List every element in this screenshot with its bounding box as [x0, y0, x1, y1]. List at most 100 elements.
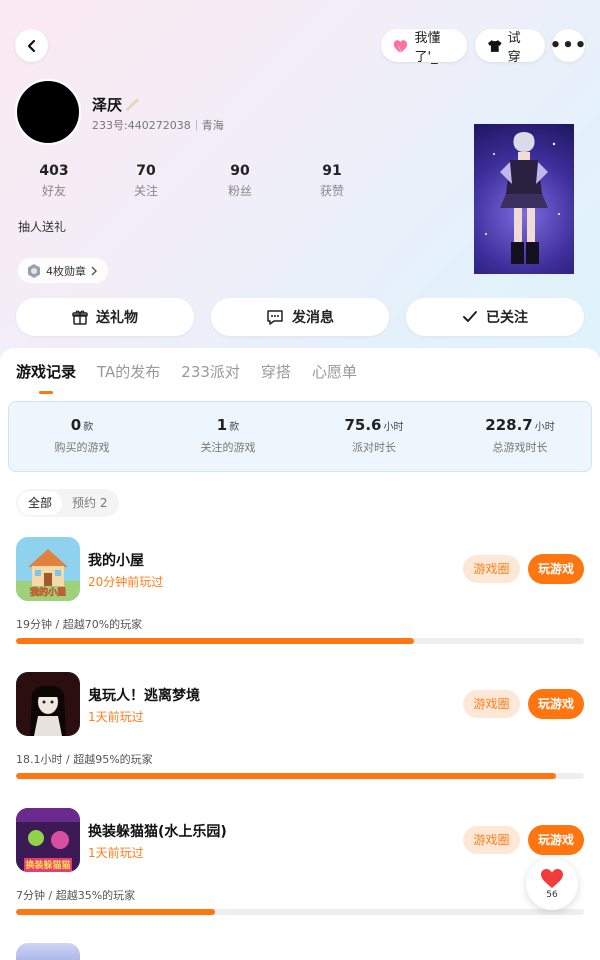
stat-label: 获赞 — [319, 184, 344, 198]
like-fab-button[interactable]: 56 — [526, 858, 578, 910]
like-label: 我懂了'_ — [414, 30, 441, 65]
progress-track — [16, 773, 584, 779]
try-on-label: 试穿 — [507, 30, 521, 65]
send-message-button[interactable]: 发消息 — [211, 298, 389, 336]
divider — [195, 120, 197, 130]
stat-label: 关注 — [133, 184, 158, 198]
game-last-played: 1天前玩过 — [88, 710, 144, 724]
badge-button[interactable]: 4枚勋章 — [18, 258, 108, 283]
game-item[interactable]: 鬼玩人！逃离梦境 1天前玩过 游戏圈 玩游戏 18.1小时 / 超越95%的玩家 — [0, 672, 600, 808]
heart-icon — [541, 869, 563, 888]
game-circle-button[interactable]: 游戏圈 — [463, 826, 520, 854]
username: 泽厌 — [92, 94, 141, 115]
tab-game-records[interactable]: 游戏记录 — [16, 361, 76, 394]
ghost-game-icon — [16, 672, 80, 736]
game-icon: 我的小屋 — [16, 537, 80, 601]
play-game-button[interactable]: 玩游戏 — [528, 554, 584, 584]
summary-value: 75.6 — [344, 416, 382, 434]
summary-label: 关注的游戏 — [200, 441, 256, 454]
like-button[interactable]: 我懂了'_ — [381, 29, 467, 65]
summary-purchased: 0款 购买的游戏 — [9, 416, 155, 455]
filter-all[interactable]: 全部 — [18, 491, 63, 515]
character-figure — [485, 132, 560, 264]
filter-reserved[interactable]: 预约 2 — [62, 491, 117, 515]
followed-button[interactable]: 已关注 — [406, 298, 584, 336]
user-meta: 233号:440272038 青海 — [92, 117, 224, 133]
summary-total-time: 228.7 小时 总游戏时长 — [447, 416, 593, 455]
tab-posts[interactable]: TA的发布 — [97, 361, 160, 382]
filter-segment: 全部 预约 2 — [16, 489, 120, 517]
game-item[interactable]: 换装躲猫猫 换装躲猫猫(水上乐园) 1天前玩过 游戏圈 玩游戏 7分钟 / 超越… — [0, 808, 600, 944]
send-gift-button[interactable]: 送礼物 — [16, 298, 194, 336]
game-stat: 19分钟 / 超越70%的玩家 — [16, 618, 143, 631]
stat-label: 好友 — [41, 184, 66, 198]
game-circle-button[interactable]: 游戏圈 — [463, 690, 520, 718]
stat-value: 403 — [39, 163, 69, 179]
progress-track — [16, 909, 584, 915]
hide-and-seek-game-icon: 换装躲猫猫 — [16, 808, 80, 872]
stat-friends[interactable]: 403 好友 — [24, 163, 84, 199]
game-circle-button[interactable]: 游戏圈 — [463, 555, 520, 583]
game-last-played: 20分钟前玩过 — [88, 575, 164, 589]
send-gift-label: 送礼物 — [96, 310, 138, 326]
icon-title: 我的小屋 — [30, 586, 66, 598]
summary-label: 购买的游戏 — [54, 441, 110, 454]
progress-track — [16, 638, 584, 644]
game-stat: 7分钟 / 超越35%的玩家 — [16, 889, 136, 902]
bio: 抽人送礼 — [18, 220, 67, 234]
check-icon — [463, 311, 477, 322]
try-on-button[interactable]: 试穿 — [475, 29, 545, 65]
game-stat: 18.1小时 / 超越95%的玩家 — [16, 753, 153, 766]
summary-unit: 小时 — [534, 422, 555, 433]
character-image[interactable] — [474, 124, 574, 274]
avatar[interactable] — [15, 79, 81, 145]
stat-following[interactable]: 70 关注 — [116, 163, 176, 199]
stat-likes[interactable]: 91 获赞 — [302, 163, 362, 199]
stat-value: 90 — [230, 163, 250, 179]
summary-label: 总游戏时长 — [492, 441, 548, 454]
play-game-button[interactable]: 玩游戏 — [528, 825, 584, 855]
more-button[interactable]: ••• — [550, 29, 586, 62]
summary-value: 1 — [216, 416, 228, 434]
send-message-label: 发消息 — [292, 310, 334, 326]
medal-icon — [28, 263, 40, 278]
chevron-right-icon — [91, 266, 97, 275]
progress-fill — [16, 773, 556, 779]
tab-wishlist[interactable]: 心愿单 — [312, 361, 357, 382]
gift-icon — [72, 310, 88, 325]
game-name: 我的小屋 — [88, 553, 144, 569]
region: 青海 — [201, 119, 224, 132]
stat-fans[interactable]: 90 粉丝 — [210, 163, 270, 199]
summary-value: 0 — [70, 416, 82, 434]
message-icon — [267, 310, 283, 325]
summary-party-time: 75.6 小时 派对时长 — [301, 416, 447, 455]
tab-bar: 游戏记录 TA的发布 233派对 穿搭 心愿单 — [16, 361, 357, 394]
game-icon[interactable] — [16, 943, 80, 960]
like-count: 56 — [546, 890, 558, 900]
game-icon — [16, 672, 80, 736]
summary-value: 228.7 — [485, 416, 533, 434]
summary-followed: 1款 关注的游戏 — [155, 416, 301, 455]
summary-label: 派对时长 — [352, 441, 396, 454]
stat-value: 70 — [136, 163, 156, 179]
game-summary: 0款 购买的游戏 1款 关注的游戏 75.6 小时 派对时长 228.7 小时 总游… — [8, 401, 592, 472]
bone-icon — [125, 98, 139, 111]
game-item[interactable]: 我的小屋 我的小屋 20分钟前玩过 游戏圈 玩游戏 19分钟 / 超越70%的玩… — [0, 537, 600, 673]
summary-unit: 小时 — [383, 422, 404, 433]
shirt-icon — [487, 39, 502, 52]
tab-party[interactable]: 233派对 — [181, 361, 240, 382]
heart-icon — [393, 39, 408, 52]
username-text: 泽厌 — [92, 96, 123, 114]
game-last-played: 1天前玩过 — [88, 846, 144, 860]
tab-outfits[interactable]: 穿搭 — [261, 361, 291, 382]
house-game-icon: 我的小屋 — [16, 537, 80, 601]
summary-unit: 款 — [83, 422, 94, 433]
game-name: 换装躲猫猫(水上乐园) — [88, 824, 227, 840]
followed-label: 已关注 — [486, 310, 528, 326]
icon-title: 换装躲猫猫 — [25, 859, 70, 871]
back-button[interactable] — [15, 29, 48, 62]
progress-fill — [16, 909, 215, 915]
game-icon: 换装躲猫猫 — [16, 808, 80, 872]
account-id: 233号:440272038 — [92, 119, 191, 132]
play-game-button[interactable]: 玩游戏 — [528, 689, 584, 719]
